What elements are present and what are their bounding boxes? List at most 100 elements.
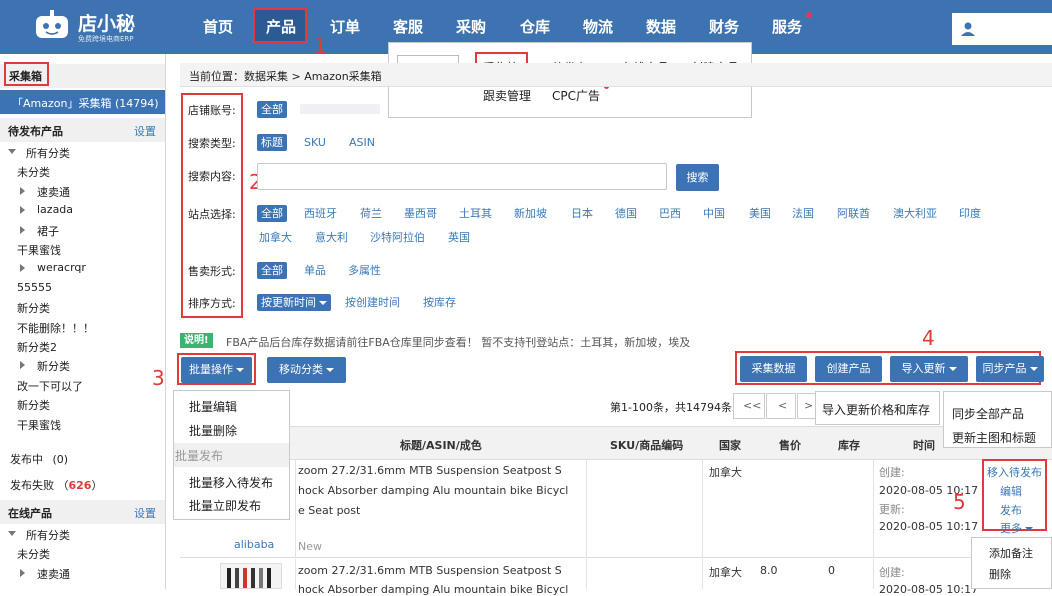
menu-item-cpc-ads[interactable]: CPC广告 <box>552 87 600 104</box>
site-filter-tag[interactable]: 荷兰 <box>356 205 386 222</box>
pagination-first-button[interactable]: << <box>733 393 765 419</box>
batch-publish-now-item[interactable]: 批量立即发布 <box>189 497 261 514</box>
nav-item-data[interactable]: 数据 <box>646 16 676 37</box>
nav-item-home[interactable]: 首页 <box>203 16 233 37</box>
sale-type-all[interactable]: 全部 <box>257 262 287 279</box>
site-filter-tag[interactable]: 巴西 <box>655 205 685 222</box>
batch-edit-item[interactable]: 批量编辑 <box>189 398 237 415</box>
site-filter-tag[interactable]: 日本 <box>567 205 597 222</box>
site-filter-tag[interactable]: 西班牙 <box>300 205 341 222</box>
pagination-prev-button[interactable]: < <box>766 393 796 419</box>
expand-down-icon[interactable] <box>8 531 16 536</box>
site-filter-tag[interactable]: 印度 <box>955 205 985 222</box>
sidebar-tree-item[interactable]: 裙子 <box>0 222 160 240</box>
product-title-line[interactable]: hock Absorber damping Alu mountain bike … <box>298 484 568 497</box>
batch-operations-button[interactable]: 批量操作 <box>181 357 252 383</box>
expand-right-icon[interactable] <box>20 206 25 215</box>
expand-down-icon[interactable] <box>8 149 16 154</box>
user-menu[interactable] <box>952 13 1052 45</box>
sidebar-tree-item[interactable]: 干果蜜饯 <box>0 416 160 434</box>
action-more[interactable]: 更多 <box>1000 520 1033 536</box>
sidebar-tree-item[interactable]: 所有分类 <box>0 144 160 162</box>
site-filter-tag[interactable]: 阿联酋 <box>833 205 874 222</box>
delete-item[interactable]: 删除 <box>989 566 1011 582</box>
site-filter-tag[interactable]: 英国 <box>444 229 474 246</box>
action-publish[interactable]: 发布 <box>1000 502 1022 518</box>
sidebar-tree-item[interactable]: 55555 <box>0 280 160 298</box>
sort-by-create-time[interactable]: 按创建时间 <box>341 294 404 311</box>
sidebar-tree-item[interactable]: 所有分类 <box>0 526 160 544</box>
publishing-status[interactable]: 发布中 (0) <box>10 451 68 467</box>
update-image-title-item[interactable]: 更新主图和标题 <box>952 429 1036 446</box>
import-price-stock-item[interactable]: 导入更新价格和库存 <box>822 401 930 418</box>
search-type-sku[interactable]: SKU <box>300 134 330 151</box>
batch-delete-item[interactable]: 批量删除 <box>189 422 237 439</box>
site-filter-tag[interactable]: 沙特阿拉伯 <box>366 229 429 246</box>
sidebar-tree-item[interactable]: 干果蜜饯 <box>0 241 160 259</box>
online-settings-link[interactable]: 设置 <box>134 505 156 521</box>
site-filter-tag[interactable]: 意大利 <box>311 229 352 246</box>
sidebar-tree-item[interactable]: 未分类 <box>0 163 160 181</box>
sale-type-multi[interactable]: 多属性 <box>344 262 385 279</box>
search-type-title[interactable]: 标题 <box>257 134 287 151</box>
nav-item-product[interactable]: 产品 <box>266 16 296 37</box>
publish-failed-status[interactable]: 发布失败 （626） <box>10 477 102 493</box>
site-filter-tag[interactable]: 土耳其 <box>455 205 496 222</box>
nav-item-purchase[interactable]: 采购 <box>456 16 486 37</box>
create-product-button[interactable]: 创建产品 <box>815 356 882 382</box>
app-logo[interactable]: 店小秘 免费跨境电商ERP <box>30 6 140 46</box>
product-title-line[interactable]: zoom 27.2/31.6mm MTB Suspension Seatpost… <box>298 464 562 477</box>
product-title-line[interactable]: zoom 27.2/31.6mm MTB Suspension Seatpost… <box>298 564 562 577</box>
site-filter-tag[interactable]: 加拿大 <box>255 229 296 246</box>
sidebar-item-amazon-collect-box[interactable]: 「Amazon」采集箱 (14794) <box>0 90 165 114</box>
site-filter-tag[interactable]: 新加坡 <box>510 205 551 222</box>
sidebar-tree-item[interactable]: 新分类 <box>0 357 160 375</box>
search-button[interactable]: 搜索 <box>676 164 719 191</box>
expand-right-icon[interactable] <box>20 186 25 195</box>
sidebar-tree-item[interactable]: weracrqr <box>0 260 160 278</box>
add-note-item[interactable]: 添加备注 <box>989 545 1033 561</box>
site-filter-tag[interactable]: 全部 <box>257 205 287 222</box>
nav-item-logistics[interactable]: 物流 <box>583 16 613 37</box>
nav-item-finance[interactable]: 财务 <box>709 16 739 37</box>
sidebar-tree-item[interactable]: 未分类 <box>0 545 160 563</box>
batch-move-to-pending-item[interactable]: 批量移入待发布 <box>189 474 273 491</box>
product-source-link[interactable]: alibaba <box>234 538 274 551</box>
collect-data-button[interactable]: 采集数据 <box>740 356 807 382</box>
sort-by-stock[interactable]: 按库存 <box>419 294 460 311</box>
move-category-button[interactable]: 移动分类 <box>267 357 346 383</box>
nav-item-services[interactable]: 服务 <box>772 16 802 37</box>
expand-right-icon[interactable] <box>20 568 25 577</box>
search-input[interactable] <box>257 163 667 190</box>
import-update-button[interactable]: 导入更新 <box>890 356 968 382</box>
action-edit[interactable]: 编辑 <box>1000 483 1022 499</box>
sidebar-tree-item[interactable]: 新分类 <box>0 396 160 414</box>
nav-item-service[interactable]: 客服 <box>393 16 423 37</box>
product-title-line[interactable]: e Seat post <box>298 504 360 517</box>
sidebar-tree-item[interactable]: 不能删除！！！ <box>0 319 160 337</box>
product-title-line[interactable]: hock Absorber damping Alu mountain bike … <box>298 583 568 596</box>
nav-item-order[interactable]: 订单 <box>330 16 360 37</box>
shop-filter-all[interactable]: 全部 <box>257 101 287 118</box>
expand-right-icon[interactable] <box>20 361 25 370</box>
sort-by-update-time[interactable]: 按更新时间 <box>257 294 331 311</box>
sidebar-tree-item[interactable]: lazada <box>0 202 160 220</box>
sale-type-single[interactable]: 单品 <box>300 262 330 279</box>
site-filter-tag[interactable]: 法国 <box>788 205 818 222</box>
sync-product-button[interactable]: 同步产品 <box>976 356 1044 382</box>
site-filter-tag[interactable]: 墨西哥 <box>400 205 441 222</box>
site-filter-tag[interactable]: 德国 <box>611 205 641 222</box>
search-type-asin[interactable]: ASIN <box>345 134 379 151</box>
sync-all-products-item[interactable]: 同步全部产品 <box>952 405 1024 422</box>
expand-right-icon[interactable] <box>20 225 25 234</box>
sidebar-tree-item[interactable]: 新分类 <box>0 299 160 317</box>
sidebar-tree-item[interactable]: 新分类2 <box>0 338 160 356</box>
site-filter-tag[interactable]: 中国 <box>699 205 729 222</box>
sidebar-tree-item[interactable]: 速卖通 <box>0 183 160 201</box>
sidebar-tree-item[interactable]: 速卖通 <box>0 565 160 583</box>
product-thumbnail[interactable] <box>220 563 282 589</box>
site-filter-tag[interactable]: 美国 <box>745 205 775 222</box>
sidebar-tree-item[interactable]: 改一下可以了 <box>0 377 160 395</box>
pending-settings-link[interactable]: 设置 <box>134 123 156 139</box>
menu-item-follow-sell[interactable]: 跟卖管理 <box>483 87 531 104</box>
